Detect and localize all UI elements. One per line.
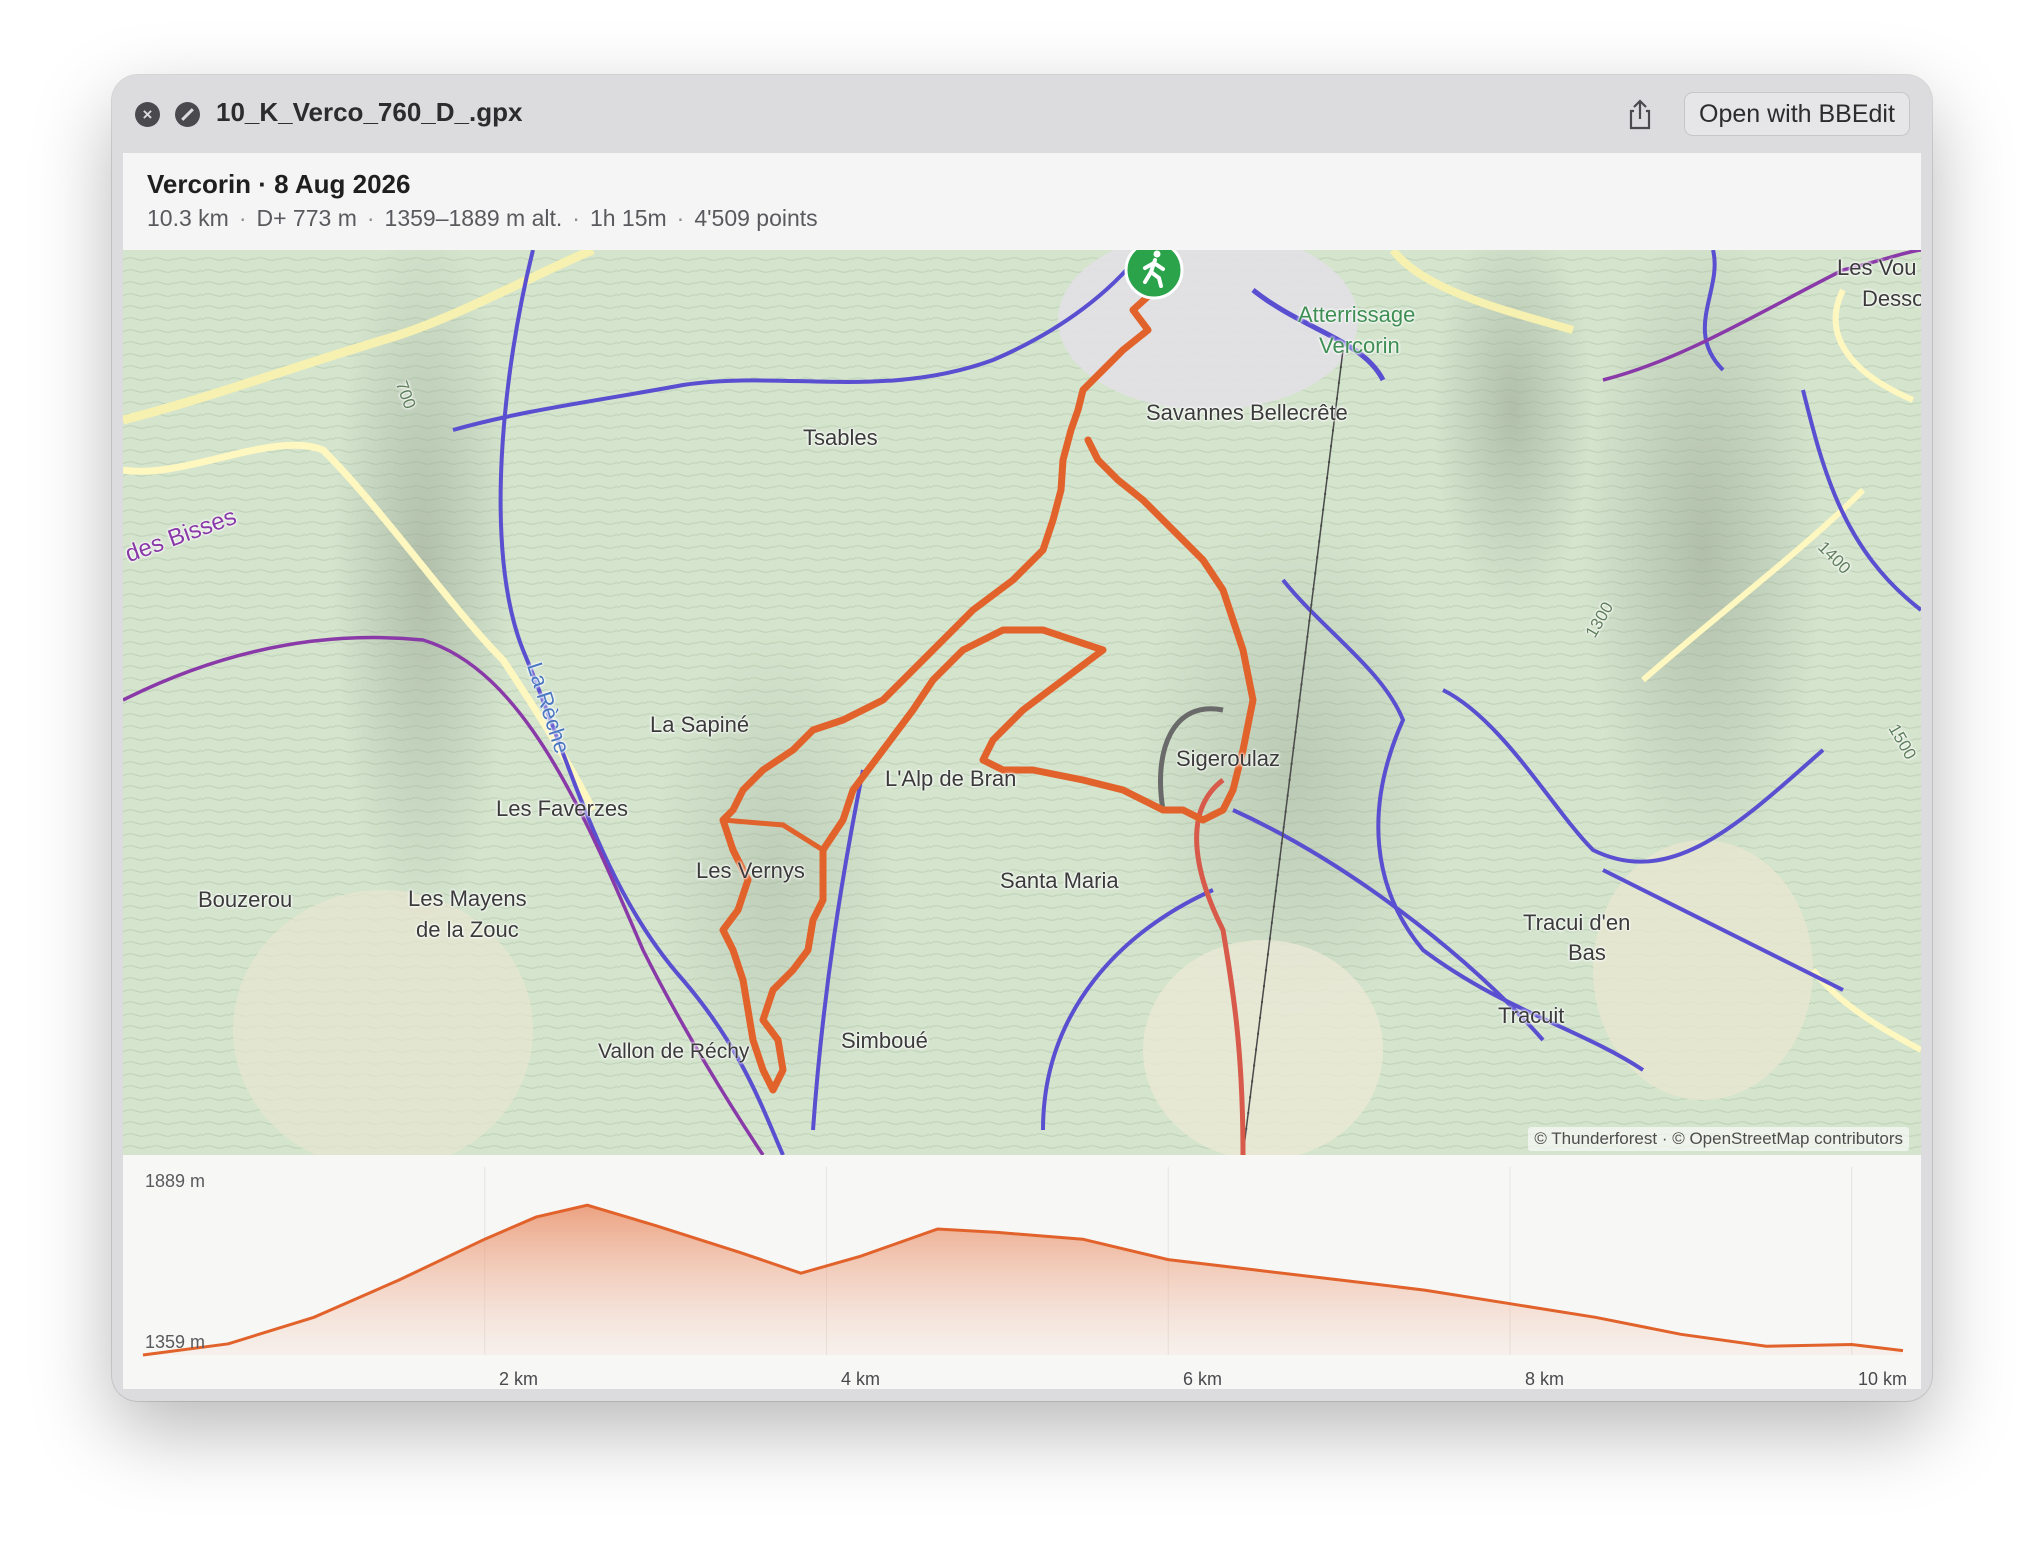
track-map[interactable]: Tsables Savannes Bellecrête Atterrissage… [123, 250, 1921, 1155]
distance-stat: 10.3 km [147, 205, 229, 231]
place-label: Les Mayens [408, 886, 527, 911]
place-label: Vercorin [1319, 333, 1400, 358]
elevation-area [143, 1205, 1903, 1355]
start-marker[interactable] [1124, 250, 1184, 300]
place-label: Santa Maria [1000, 868, 1119, 893]
altitude-stat: 1359–1889 m alt. [384, 205, 563, 231]
place-label: Les Vou [1837, 255, 1917, 280]
place-label: Simboué [841, 1028, 928, 1053]
place-label: de la Zouc [416, 917, 519, 942]
km-tick-label: 4 km [841, 1369, 881, 1389]
place-label: Sigeroulaz [1176, 746, 1280, 771]
place-label: Bouzerou [198, 887, 293, 912]
place-label: La Sapiné [650, 712, 750, 737]
place-label: Les Vernys [696, 858, 805, 883]
km-tick-label: 8 km [1525, 1369, 1565, 1389]
km-tick-label: 10 km [1858, 1369, 1908, 1389]
km-tick-label: 2 km [499, 1369, 539, 1389]
trip-stats: 10.3 km · D+ 773 m · 1359–1889 m alt. · 1h 15m… [147, 205, 818, 231]
place-label: L'Alp de Bran [885, 766, 1017, 791]
titlebar: × 10_K_Verco_760_D_.gpx Open with BBEdit [112, 75, 1932, 153]
close-icon[interactable]: × [135, 102, 160, 127]
place-label: Tracui d'en [1523, 910, 1631, 935]
place-label: Vallon de Réchy [598, 1040, 750, 1063]
elevation-chart [142, 1167, 1904, 1357]
place-label: Desso [1862, 286, 1921, 311]
elevation-min-label: 1359 m [145, 1332, 206, 1352]
preview-content: Vercorin · 8 Aug 2026 10.3 km · D+ 773 m · 1… [123, 153, 1921, 1389]
elevation-max-label: 1889 m [145, 1171, 206, 1191]
window-title: 10_K_Verco_760_D_.gpx [216, 97, 523, 127]
place-label: Tracuit [1498, 1003, 1565, 1028]
place-label: Les Faverzes [496, 796, 629, 821]
quicklook-window: × 10_K_Verco_760_D_.gpx Open with BBEdit… [112, 75, 1932, 1401]
points-stat: 4'509 points [694, 205, 818, 231]
place-label: Tsables [803, 425, 878, 450]
map-attribution[interactable]: © Thunderforest · © OpenStreetMap contri… [1528, 1127, 1909, 1151]
ascent-stat: D+ 773 m [256, 205, 357, 231]
km-tick-label: 6 km [1183, 1369, 1223, 1389]
open-with-button[interactable]: Open with BBEdit [1684, 92, 1910, 136]
share-icon[interactable] [1620, 95, 1660, 135]
place-label: Savannes Bellecrête [1146, 400, 1348, 425]
place-label: Bas [1568, 940, 1606, 965]
trip-title: Vercorin · 8 Aug 2026 [147, 169, 411, 199]
fullscreen-off-icon[interactable] [175, 102, 200, 127]
elevation-profile[interactable]: 1889 m 1359 m 2 km 4 km 6 km 8 km 10 km [123, 1155, 1921, 1389]
duration-stat: 1h 15m [589, 205, 667, 231]
place-label: Atterrissage [1298, 302, 1416, 327]
